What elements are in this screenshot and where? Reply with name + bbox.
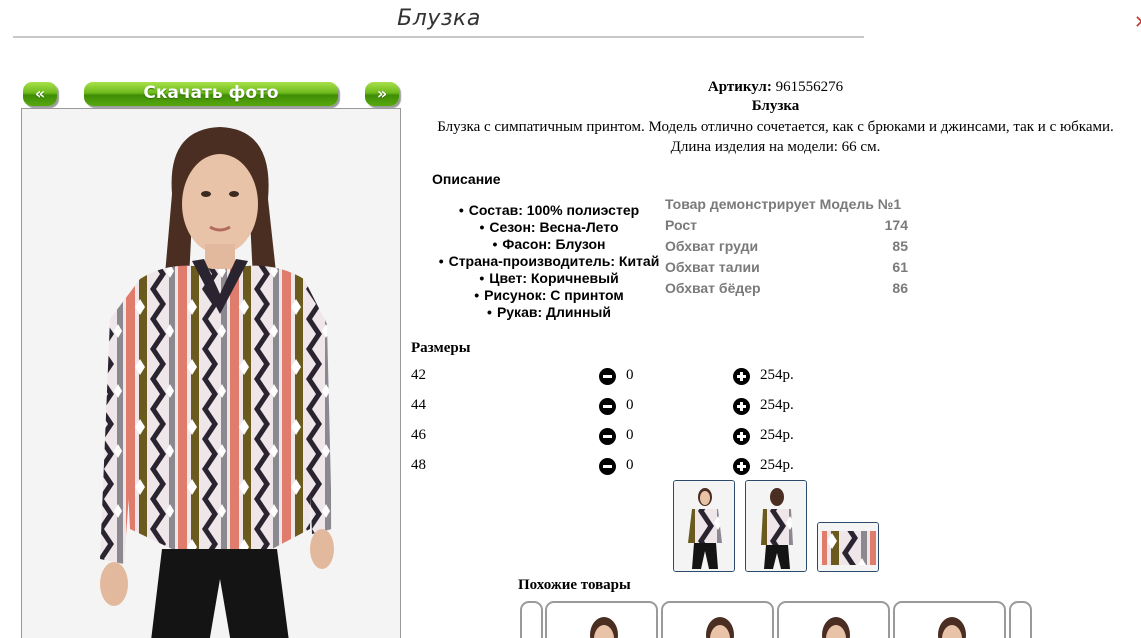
model-row: Рост 174 [665, 215, 908, 236]
model-title: Товар демонстрирует Модель №1 [665, 196, 902, 212]
model-row-label: Рост [665, 217, 697, 233]
size-row: 42 0 254р. [411, 367, 811, 397]
spec-list: Состав: 100% полиэстер Сезон: Весна-Лето… [430, 202, 668, 321]
plus-circle-icon[interactable] [733, 398, 750, 415]
prev-photo-button[interactable]: « [23, 82, 57, 106]
similar-item[interactable] [545, 601, 658, 638]
size-quantity: 0 [626, 397, 634, 413]
spec-item: Рукав: Длинный [430, 304, 668, 321]
next-photo-button[interactable]: » [365, 82, 399, 106]
thumbnail-image [818, 523, 878, 571]
similar-item-image [938, 617, 966, 638]
spec-item: Фасон: Блузон [430, 236, 668, 253]
photo-thumbnail[interactable] [745, 480, 807, 572]
photo-thumbnail[interactable] [673, 480, 735, 572]
spec-item: Рисунок: С принтом [430, 287, 668, 304]
article-line: Артикул: 961556276 [410, 79, 1141, 96]
product-name: Блузка [751, 98, 800, 114]
main-product-photo [21, 108, 401, 638]
model-row-label: Обхват груди [665, 238, 759, 254]
size-label: 46 [411, 427, 426, 443]
model-row: Обхват груди 85 [665, 236, 908, 257]
size-label: 48 [411, 457, 426, 473]
model-row-value: 174 [884, 217, 908, 233]
spec-item: Цвет: Коричневый [430, 270, 668, 287]
size-price: 254р. [760, 457, 794, 473]
similar-heading: Похожие товары [518, 577, 631, 593]
model-photo-illustration [22, 109, 400, 638]
similar-next-button[interactable] [1009, 601, 1032, 638]
sizes-heading: Размеры [411, 340, 471, 356]
thumbnail-image [674, 481, 734, 571]
model-row-value: 85 [892, 238, 908, 254]
similar-item[interactable] [893, 601, 1006, 638]
minus-circle-icon[interactable] [599, 398, 616, 415]
size-label: 44 [411, 397, 426, 413]
similar-item-image [822, 617, 850, 638]
size-price: 254р. [760, 397, 794, 413]
model-row-label: Обхват бёдер [665, 280, 761, 296]
model-row: Обхват талии 61 [665, 257, 908, 278]
size-quantity: 0 [626, 367, 634, 383]
spec-item: Страна-производитель: Китай [430, 253, 668, 270]
spec-item: Сезон: Весна-Лето [430, 219, 668, 236]
minus-circle-icon[interactable] [599, 368, 616, 385]
minus-circle-icon[interactable] [599, 428, 616, 445]
similar-item[interactable] [777, 601, 890, 638]
model-measurements: Товар демонстрирует Модель №1 Рост 174 Об… [665, 194, 908, 299]
model-row: Обхват бёдер 86 [665, 278, 908, 299]
description-heading: Описание [432, 171, 501, 187]
plus-circle-icon[interactable] [733, 458, 750, 475]
title-divider [13, 36, 864, 38]
plus-circle-icon[interactable] [733, 368, 750, 385]
thumbnail-image [746, 481, 806, 571]
article-label: Артикул: [707, 79, 772, 95]
model-row-value: 61 [892, 259, 908, 275]
size-quantity: 0 [626, 427, 634, 443]
similar-item-image [706, 617, 734, 638]
minus-circle-icon[interactable] [599, 458, 616, 475]
spec-item: Состав: 100% полиэстер [430, 202, 668, 219]
similar-item[interactable] [661, 601, 774, 638]
size-label: 42 [411, 367, 426, 383]
download-photo-button[interactable]: Скачать фото [84, 82, 338, 106]
size-price: 254р. [760, 367, 794, 383]
model-row-value: 86 [892, 280, 908, 296]
photo-thumbnail[interactable] [817, 522, 879, 572]
size-row: 46 0 254р. [411, 427, 811, 457]
close-icon[interactable]: ✕ [1134, 12, 1141, 34]
size-row: 44 0 254р. [411, 397, 811, 427]
plus-circle-icon[interactable] [733, 428, 750, 445]
model-row-label: Обхват талии [665, 259, 760, 275]
size-quantity: 0 [626, 457, 634, 473]
size-price: 254р. [760, 427, 794, 443]
product-description: Блузка с симпатичным принтом. Модель отл… [437, 119, 1114, 135]
article-number: 961556276 [775, 79, 844, 95]
model-title-row: Товар демонстрирует Модель №1 [665, 194, 908, 215]
page-title: Блузка [397, 6, 481, 31]
product-length: Длина изделия на модели: 66 см. [670, 139, 881, 155]
similar-item-image [590, 617, 618, 638]
similar-prev-button[interactable] [520, 601, 543, 638]
